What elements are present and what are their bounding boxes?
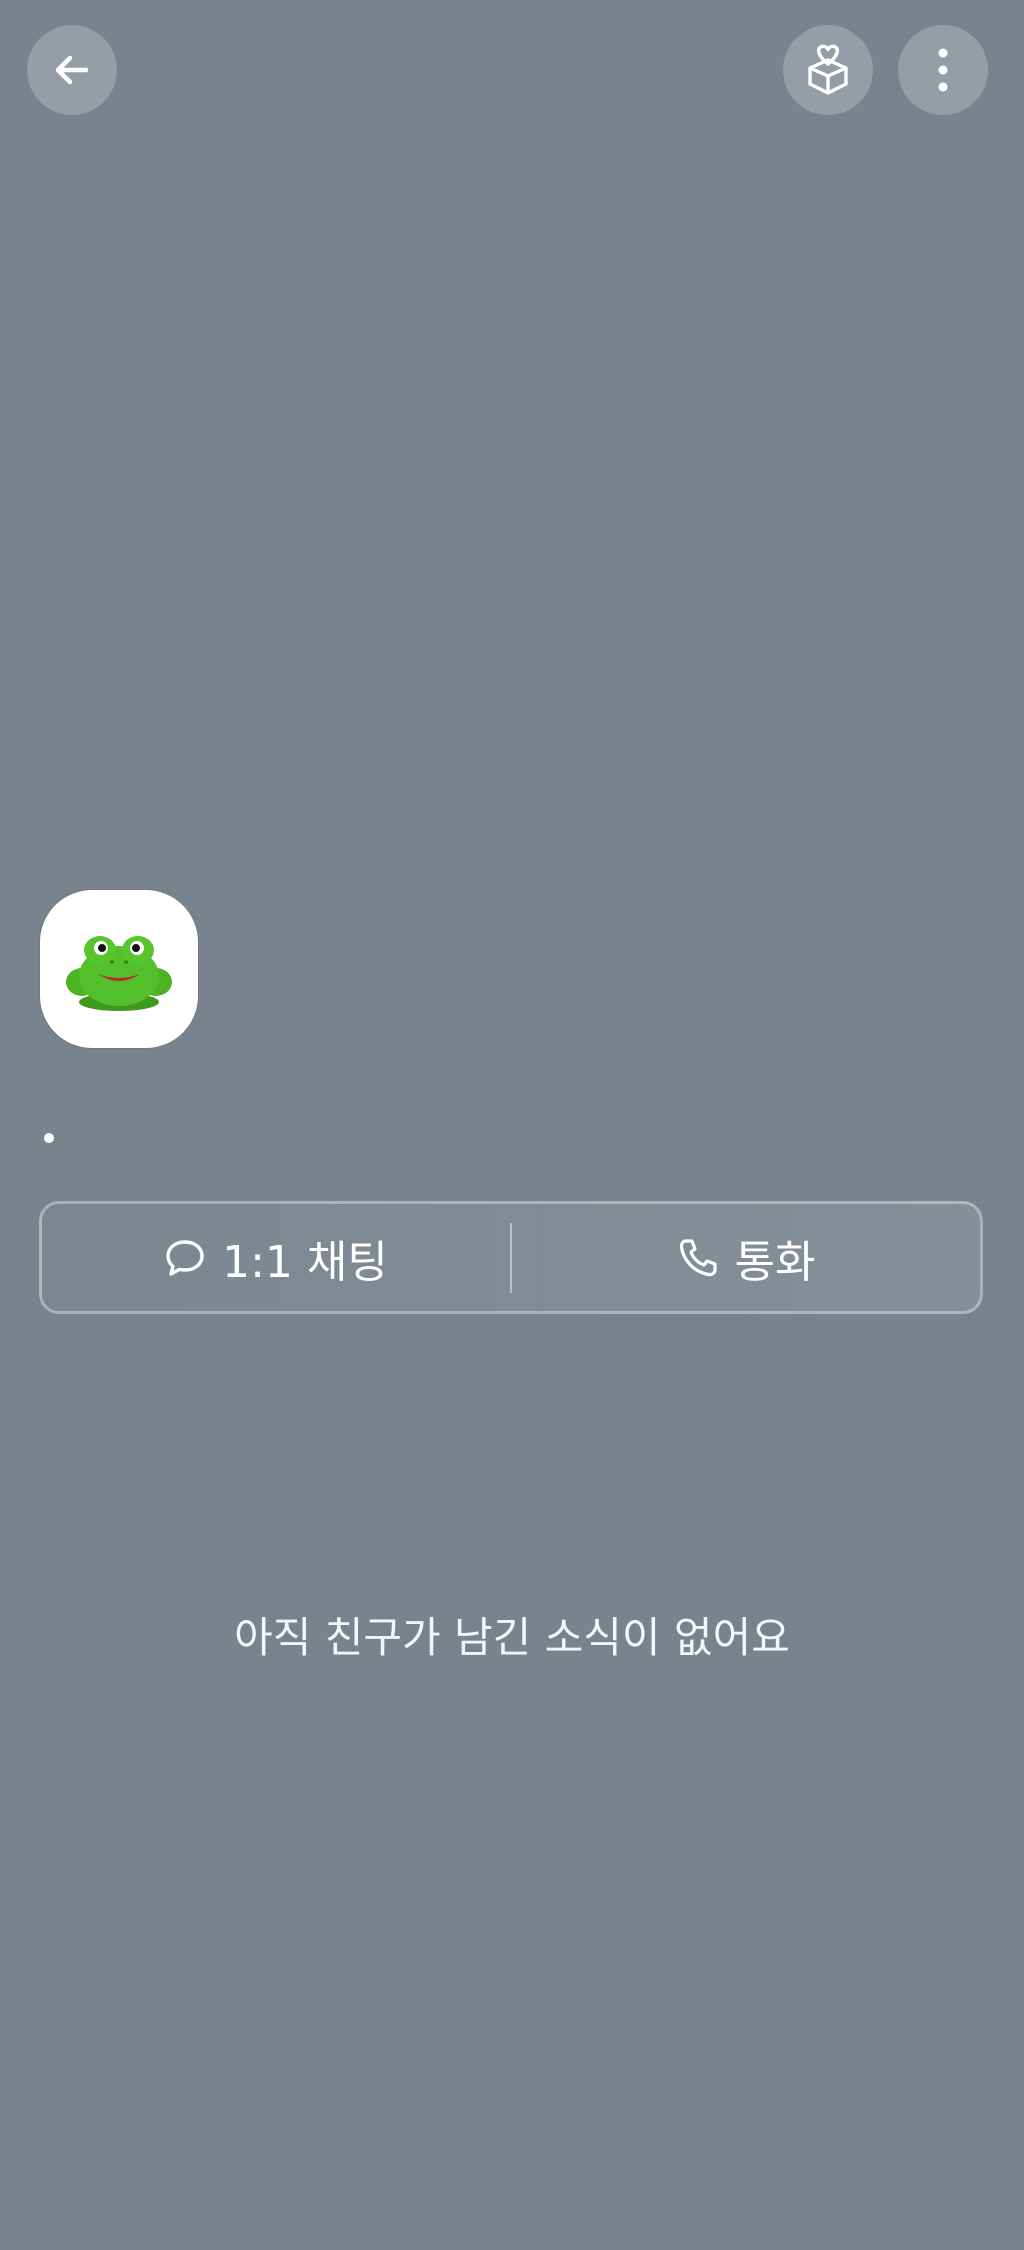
arrow-left-icon [55, 55, 89, 85]
empty-feed-message: 아직 친구가 남긴 소식이 없어요 [234, 1613, 790, 1662]
more-options-button[interactable] [898, 25, 988, 115]
frog-icon [66, 936, 172, 1011]
chat-button[interactable]: 1:1 채팅 [42, 1204, 510, 1311]
call-button-label: 통화 [734, 1236, 816, 1288]
phone-icon [679, 1238, 717, 1276]
status-message [44, 1133, 54, 1143]
gift-button[interactable] [783, 25, 873, 115]
profile-actions-bar: 1:1 채팅 통화 [39, 1201, 983, 1314]
back-button[interactable] [27, 25, 117, 115]
profile-avatar[interactable] [40, 890, 198, 1048]
heart-gift-box-icon [808, 44, 848, 95]
speech-bubble-icon [166, 1239, 204, 1276]
chat-button-label: 1:1 채팅 [222, 1236, 388, 1288]
vertical-dots-icon [938, 48, 948, 92]
call-button[interactable]: 통화 [512, 1204, 980, 1311]
